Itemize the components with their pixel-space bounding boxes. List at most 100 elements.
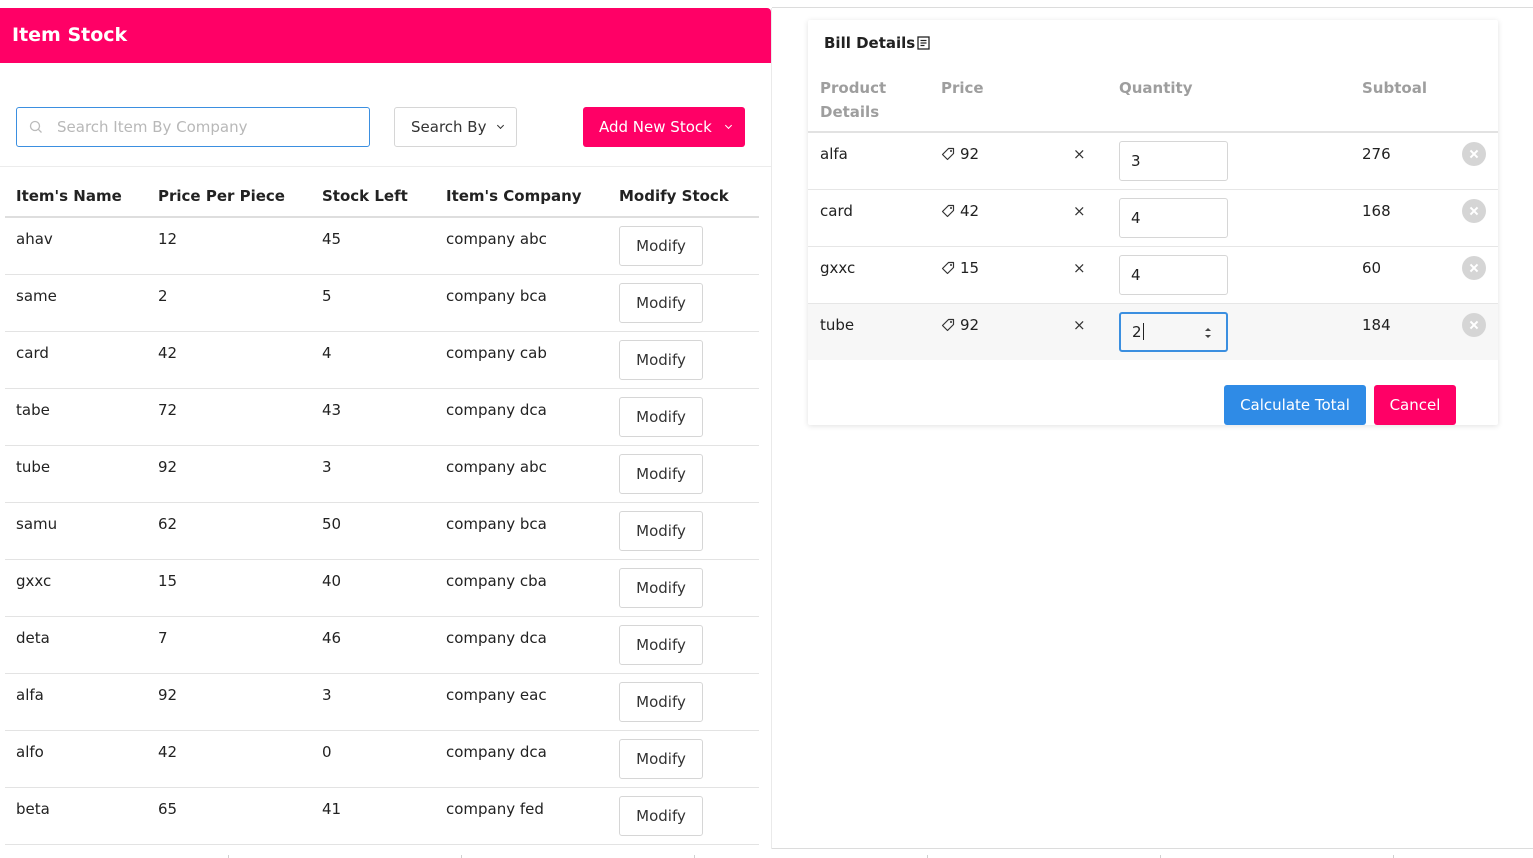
chevron-down-icon: [724, 121, 732, 130]
quantity-value: 2: [1132, 322, 1142, 341]
add-new-stock-button[interactable]: Add New Stock: [583, 107, 745, 147]
header-product-line1: Product: [820, 79, 887, 97]
remove-cell: [1450, 246, 1498, 304]
price-per-piece: 65: [147, 787, 311, 845]
item-name: samu: [5, 502, 147, 560]
quantity-input[interactable]: 4: [1119, 197, 1228, 238]
bill-title: Bill Details: [824, 34, 930, 52]
bill-price-cell: 15: [929, 246, 1061, 304]
chevron-down-icon: [497, 121, 505, 130]
modify-button[interactable]: Modify: [619, 738, 703, 779]
spinner-icon[interactable]: [1204, 326, 1212, 340]
bill-price-cell: 92: [929, 132, 1061, 190]
stock-left: 5: [311, 274, 435, 332]
header-product-details: Product Details: [808, 72, 929, 133]
modify-cell: Modify: [608, 445, 759, 503]
search-box[interactable]: [16, 107, 370, 147]
table-row: tube 92 3 company abc Modify: [5, 445, 759, 503]
stock-left: 45: [311, 217, 435, 275]
item-name: alfo: [5, 730, 147, 788]
price-per-piece: 62: [147, 502, 311, 560]
header-remove: [1450, 72, 1498, 133]
bill-details-card: Bill Details Product Details Price Quant…: [808, 20, 1498, 425]
item-name: ahav: [5, 217, 147, 275]
quantity-input[interactable]: 2: [1119, 311, 1228, 352]
modify-button[interactable]: Modify: [619, 226, 703, 266]
stock-left: 40: [311, 559, 435, 617]
bill-row: gxxc 15 × 4 60: [808, 246, 1498, 304]
header-item-name[interactable]: Item's Name: [5, 172, 147, 218]
item-company: company bca: [435, 274, 608, 332]
quantity-cell: 3: [1107, 132, 1350, 190]
modify-button[interactable]: Modify: [619, 795, 703, 836]
quantity-value: 4: [1131, 208, 1141, 227]
header-price: Price: [929, 72, 1061, 133]
table-row: alfa 92 3 company eac Modify: [5, 673, 759, 731]
remove-cell: [1450, 303, 1498, 360]
times-cell: ×: [1061, 189, 1107, 247]
search-input[interactable]: [57, 118, 347, 136]
item-company: company cba: [435, 559, 608, 617]
bill-product-name: alfa: [808, 132, 929, 190]
modify-cell: Modify: [608, 502, 759, 560]
remove-cell: [1450, 189, 1498, 247]
item-company: company dca: [435, 730, 608, 788]
stock-left: 46: [311, 616, 435, 674]
bill-title-text: Bill Details: [824, 34, 916, 52]
modify-button[interactable]: Modify: [619, 453, 703, 494]
bill-product-name: gxxc: [808, 246, 929, 304]
modify-cell: Modify: [608, 673, 759, 731]
modify-button[interactable]: Modify: [619, 681, 703, 722]
price-per-piece: 92: [147, 445, 311, 503]
times-icon: ×: [1073, 258, 1086, 277]
item-name: gxxc: [5, 559, 147, 617]
bill-subtotal: 184: [1350, 303, 1450, 360]
bill-price-cell: 92: [929, 303, 1061, 360]
bill-product-name: tube: [808, 303, 929, 360]
remove-icon[interactable]: [1462, 198, 1486, 223]
item-company: company abc: [435, 217, 608, 275]
item-name: alfa: [5, 673, 147, 731]
bill-price: 42: [960, 201, 980, 220]
price-per-piece: 2: [147, 274, 311, 332]
modify-button[interactable]: Modify: [619, 624, 703, 665]
stock-left: 50: [311, 502, 435, 560]
modify-button[interactable]: Modify: [619, 510, 703, 551]
calculate-total-button[interactable]: Calculate Total: [1224, 385, 1366, 425]
modify-cell: Modify: [608, 388, 759, 446]
table-row: tabe 72 43 company dca Modify: [5, 388, 759, 446]
quantity-input[interactable]: 3: [1119, 141, 1228, 181]
stock-toolbar: Search By Add New Stock: [0, 63, 771, 167]
cancel-button[interactable]: Cancel: [1374, 385, 1456, 425]
item-company: company cab: [435, 331, 608, 389]
times-cell: ×: [1061, 132, 1107, 190]
stock-left: 3: [311, 445, 435, 503]
quantity-value: 3: [1131, 152, 1141, 170]
table-row: card 42 4 company cab Modify: [5, 331, 759, 389]
panel-header: Item Stock: [0, 8, 771, 63]
item-company: company dca: [435, 388, 608, 446]
bill-price: 92: [960, 145, 980, 163]
modify-button[interactable]: Modify: [619, 567, 703, 608]
remove-icon[interactable]: [1462, 312, 1486, 337]
times-cell: ×: [1061, 303, 1107, 360]
header-stock-left[interactable]: Stock Left: [311, 172, 435, 218]
remove-icon[interactable]: [1462, 255, 1486, 280]
remove-icon[interactable]: [1462, 142, 1486, 166]
table-row: same 2 5 company bca Modify: [5, 274, 759, 332]
modify-button[interactable]: Modify: [619, 396, 703, 437]
modify-button[interactable]: Modify: [619, 282, 703, 323]
tag-icon: [941, 318, 955, 331]
quantity-input[interactable]: 4: [1119, 254, 1228, 295]
header-price-per-piece[interactable]: Price Per Piece: [147, 172, 311, 218]
modify-button[interactable]: Modify: [619, 339, 703, 380]
price-per-piece: 12: [147, 217, 311, 275]
header-items-company[interactable]: Item's Company: [435, 172, 608, 218]
quantity-cell: 4: [1107, 189, 1350, 247]
header-modify-stock: Modify Stock: [608, 172, 759, 218]
tag-icon: [941, 147, 955, 161]
search-by-dropdown[interactable]: Search By: [394, 107, 517, 147]
item-name: tabe: [5, 388, 147, 446]
search-by-label: Search By: [411, 118, 487, 136]
stock-left: 4: [311, 331, 435, 389]
